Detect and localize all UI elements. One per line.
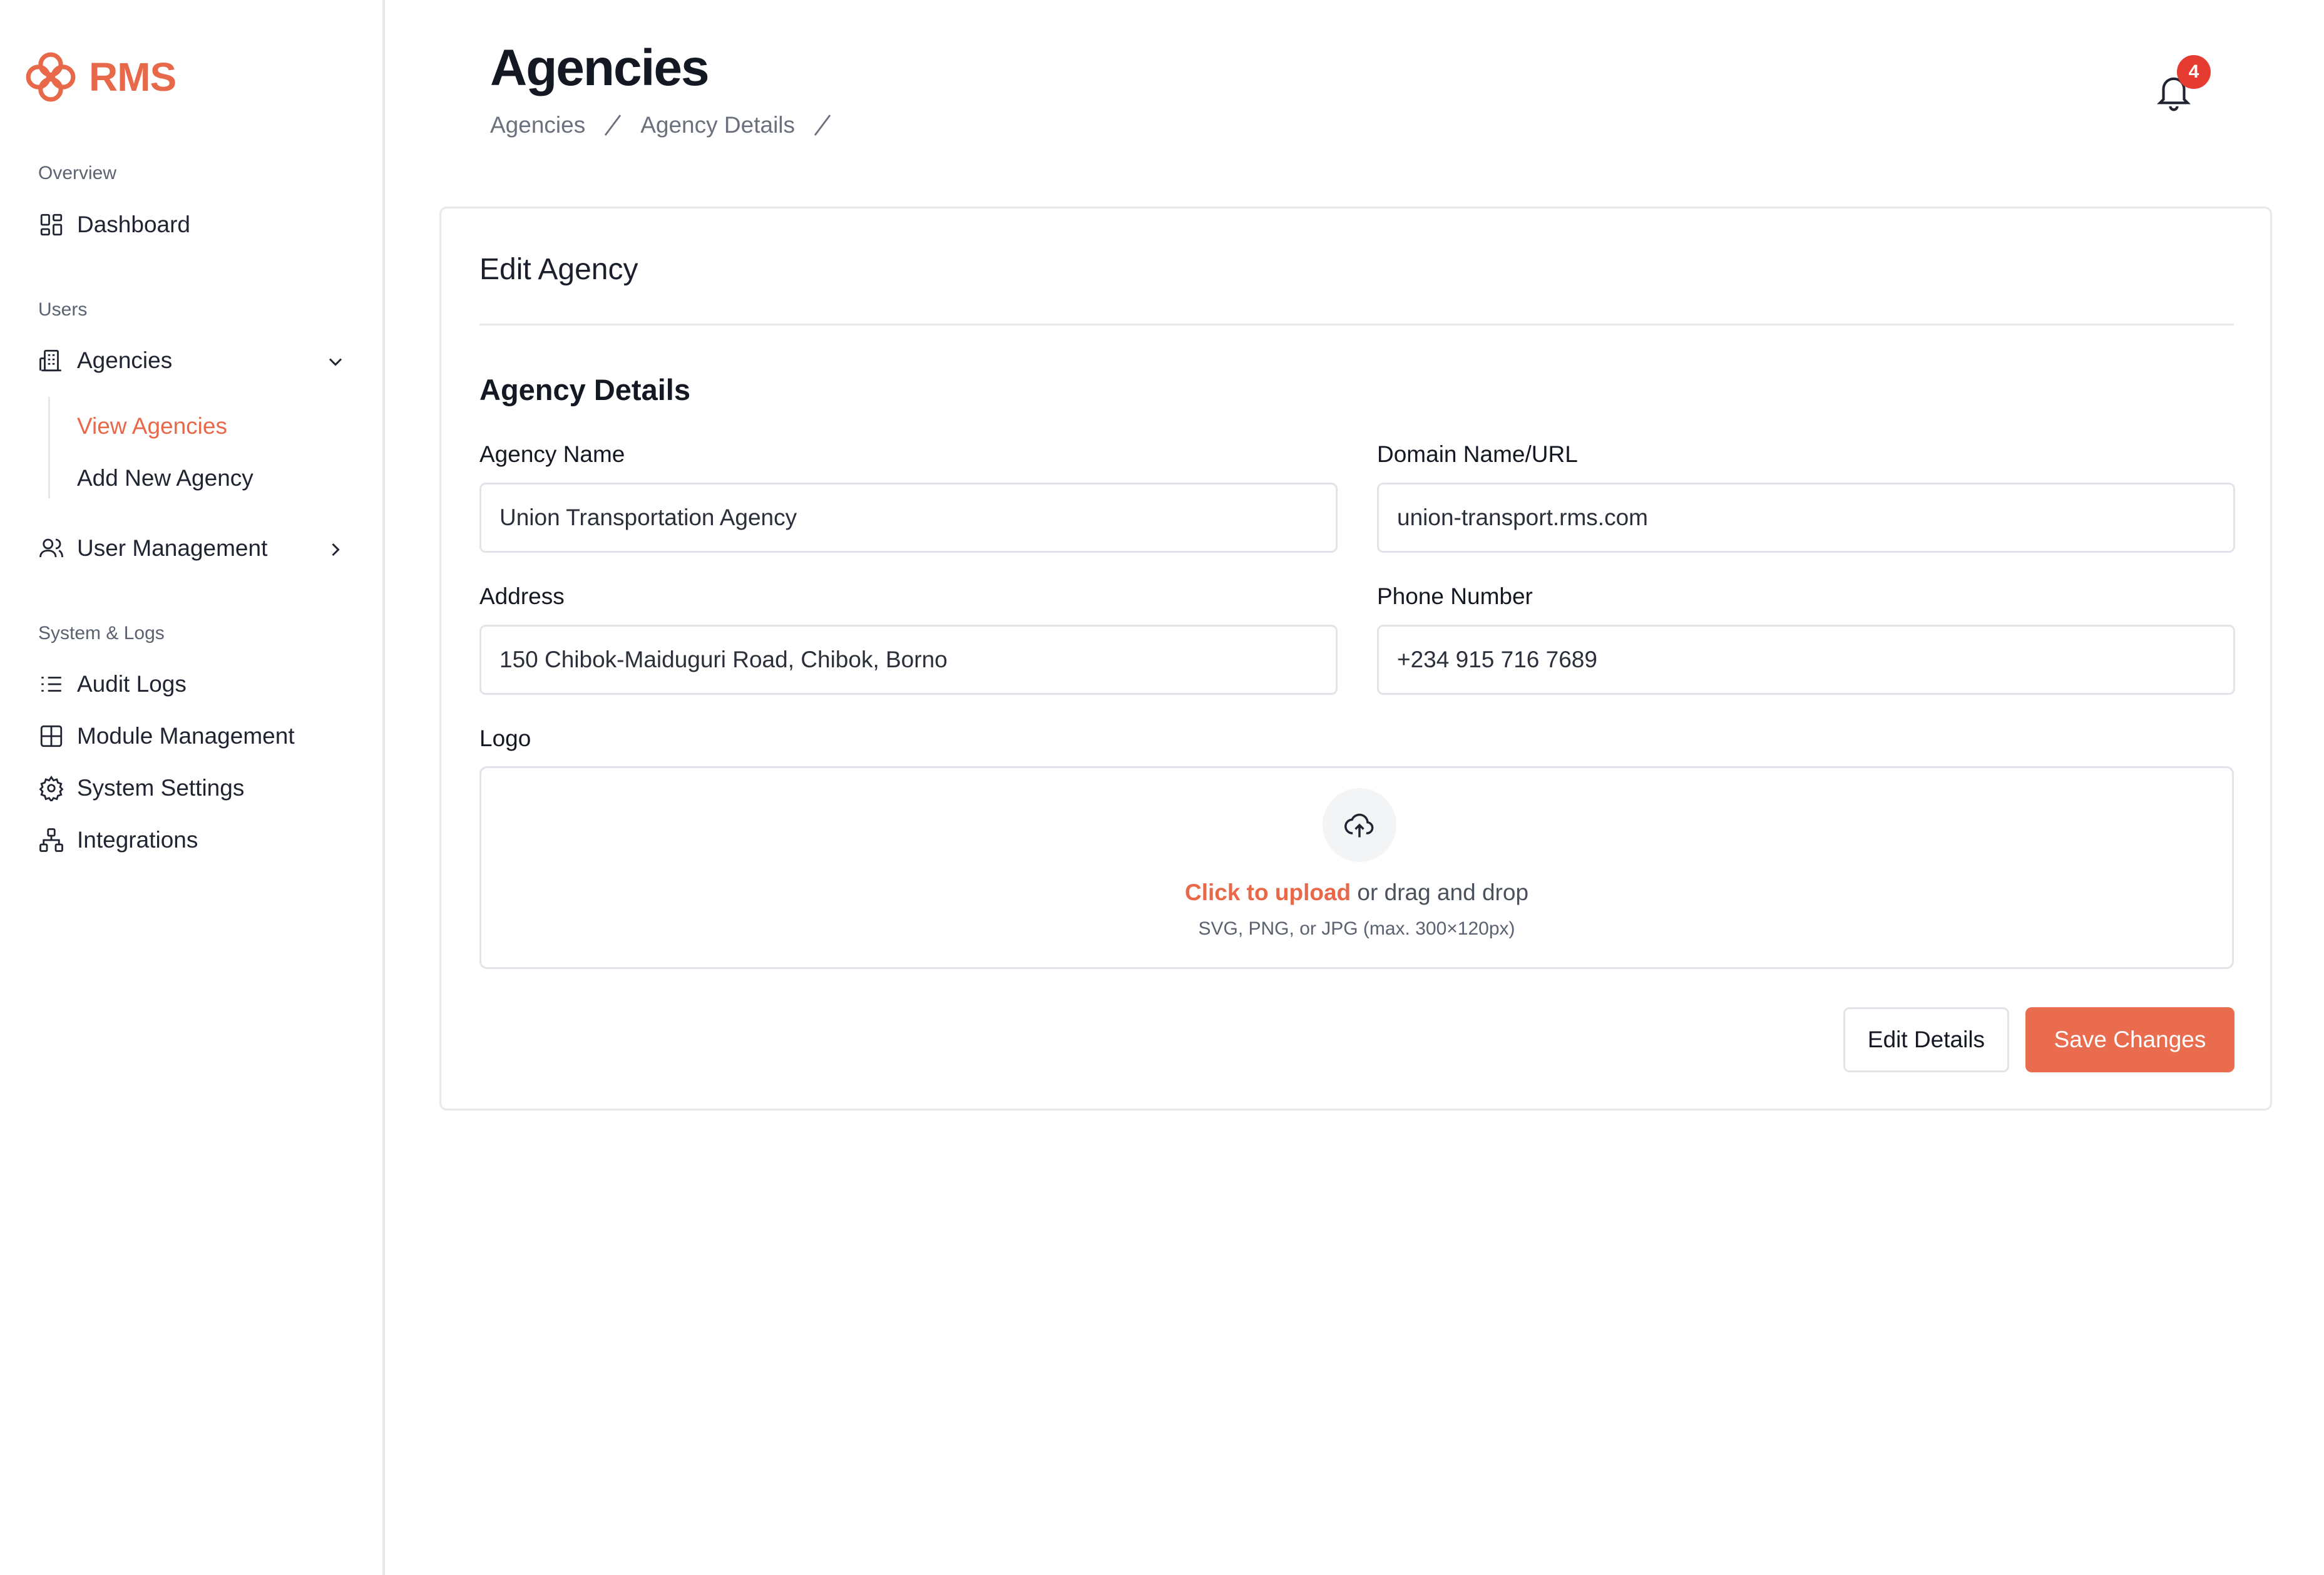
sidebar-item-label: Agencies [77, 347, 173, 373]
cloud-upload-icon [1344, 813, 1374, 838]
notification-badge: 4 [2177, 55, 2211, 89]
list-icon [38, 671, 64, 697]
breadcrumb-item-agency-details[interactable]: Agency Details [640, 112, 795, 138]
upload-hint: SVG, PNG, or JPG (max. 300×120px) [1198, 918, 1515, 939]
logo-upload-dropzone[interactable]: Click to upload or drag and drop SVG, PN… [479, 766, 2234, 969]
brand-name: RMS [89, 54, 177, 100]
address-input[interactable]: 150 Chibok-Maiduguri Road, Chibok, Borno [479, 625, 1338, 695]
chevron-right-icon[interactable] [324, 538, 347, 561]
section-title: Agency Details [479, 373, 690, 406]
brand-logo[interactable]: RMS [24, 50, 177, 104]
network-icon [38, 827, 64, 853]
sidebar-item-label: Module Management [77, 723, 295, 749]
section-label-overview: Overview [38, 163, 117, 183]
section-label-users: Users [38, 299, 88, 320]
upload-text: or drag and drop [1351, 880, 1529, 905]
breadcrumb-item-agencies[interactable]: Agencies [490, 112, 585, 138]
sidebar-item-dashboard[interactable]: Dashboard [38, 212, 190, 238]
breadcrumb-separator-icon [605, 115, 622, 136]
gear-icon [38, 775, 64, 801]
edit-details-button[interactable]: Edit Details [1843, 1007, 2009, 1072]
phone-input[interactable]: +234 915 716 7689 [1377, 625, 2235, 695]
sidebar-item-system-settings[interactable]: System Settings [38, 775, 244, 801]
sidebar-item-label: User Management [77, 535, 268, 561]
address-label: Address [479, 583, 565, 609]
click-to-upload-link[interactable]: Click to upload [1185, 880, 1351, 905]
logo-label: Logo [479, 726, 531, 751]
section-label-system-logs: System & Logs [38, 623, 165, 644]
domain-input[interactable]: union-transport.rms.com [1377, 483, 2235, 553]
building-icon [38, 347, 64, 374]
breadcrumb: Agencies Agency Details [490, 111, 850, 139]
submenu-guide-line [48, 397, 50, 498]
edit-agency-card: Edit Agency Agency Details Agency Name U… [439, 207, 2272, 1111]
sidebar-item-integrations[interactable]: Integrations [38, 827, 198, 853]
sidebar-item-label: System Settings [77, 775, 245, 801]
divider [479, 324, 2234, 326]
phone-label: Phone Number [1377, 583, 1533, 609]
page-title: Agencies [490, 39, 710, 96]
sidebar-item-label: Audit Logs [77, 671, 187, 697]
users-icon [38, 535, 64, 562]
chevron-down-icon[interactable] [324, 351, 347, 373]
sidebar-item-add-new-agency[interactable]: Add New Agency [77, 465, 253, 491]
layout-grid-icon [38, 723, 64, 749]
sidebar-item-module-management[interactable]: Module Management [38, 723, 295, 749]
sidebar-item-label: Dashboard [77, 212, 191, 237]
sidebar-item-audit-logs[interactable]: Audit Logs [38, 671, 187, 697]
rms-logo-icon [26, 52, 76, 102]
sidebar: RMS Overview Dashboard Users Agencies Vi… [0, 0, 385, 1575]
upload-instructions: Click to upload or drag and drop [481, 880, 2232, 906]
sidebar-item-user-management[interactable]: User Management [38, 535, 267, 562]
save-changes-button[interactable]: Save Changes [2025, 1007, 2234, 1072]
upload-icon-circle [1323, 788, 1396, 862]
card-title: Edit Agency [479, 253, 638, 286]
domain-label: Domain Name/URL [1377, 441, 1578, 467]
sidebar-item-label: Integrations [77, 827, 198, 853]
agency-name-label: Agency Name [479, 441, 625, 467]
sidebar-item-agencies[interactable]: Agencies [38, 347, 172, 374]
sidebar-item-view-agencies[interactable]: View Agencies [77, 413, 227, 439]
agency-name-input[interactable]: Union Transportation Agency [479, 483, 1338, 553]
breadcrumb-separator-icon [814, 115, 831, 136]
dashboard-grid-icon [38, 212, 64, 238]
